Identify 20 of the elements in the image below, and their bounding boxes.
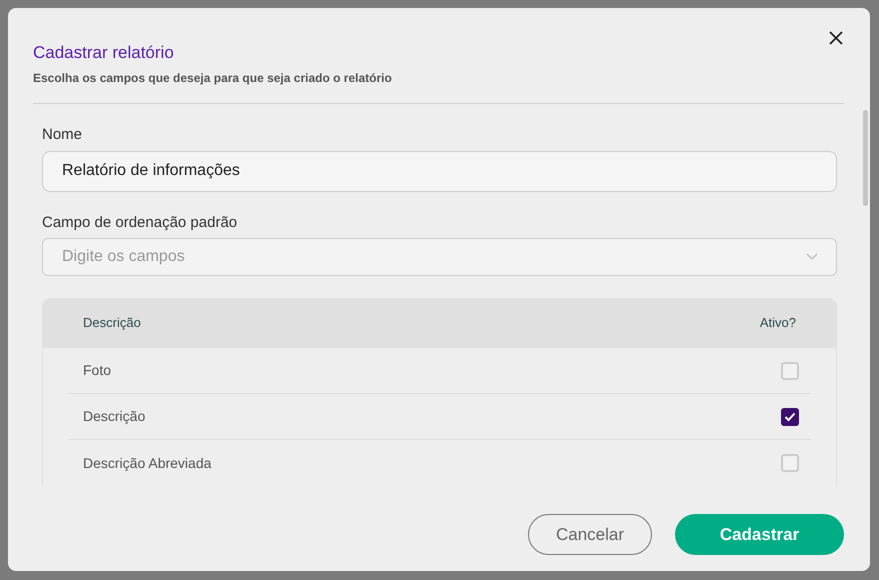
chevron-down-icon bbox=[806, 253, 818, 261]
field-label: Campo de ordenação padrão bbox=[42, 212, 238, 232]
checkbox[interactable] bbox=[781, 454, 799, 472]
checkbox[interactable] bbox=[781, 408, 799, 426]
close-icon bbox=[828, 30, 844, 46]
scrollbar-thumb[interactable] bbox=[863, 110, 868, 206]
dialog-subtitle: Escolha os campos que deseja para que seja criado o relatório bbox=[33, 70, 392, 87]
table-cell-text: Descrição Abreviada bbox=[83, 454, 212, 473]
dialog-title: Cadastrar relatório bbox=[33, 42, 174, 64]
checkbox[interactable] bbox=[781, 362, 799, 380]
table-cell-text: Foto bbox=[83, 361, 112, 380]
sort-field-dropdown[interactable]: Digite os campos bbox=[42, 238, 837, 276]
checkmark-icon bbox=[784, 412, 796, 422]
cancel-button[interactable]: Cancelar bbox=[528, 514, 652, 555]
column-header: Ativo? bbox=[760, 314, 796, 332]
table-cell-text: Descrição bbox=[83, 407, 146, 426]
name-input[interactable]: Relatório de informações bbox=[42, 150, 837, 192]
field-label: Nome bbox=[42, 125, 82, 145]
submit-button[interactable]: Cadastrar bbox=[675, 514, 844, 555]
column-header: Descrição bbox=[83, 314, 141, 332]
